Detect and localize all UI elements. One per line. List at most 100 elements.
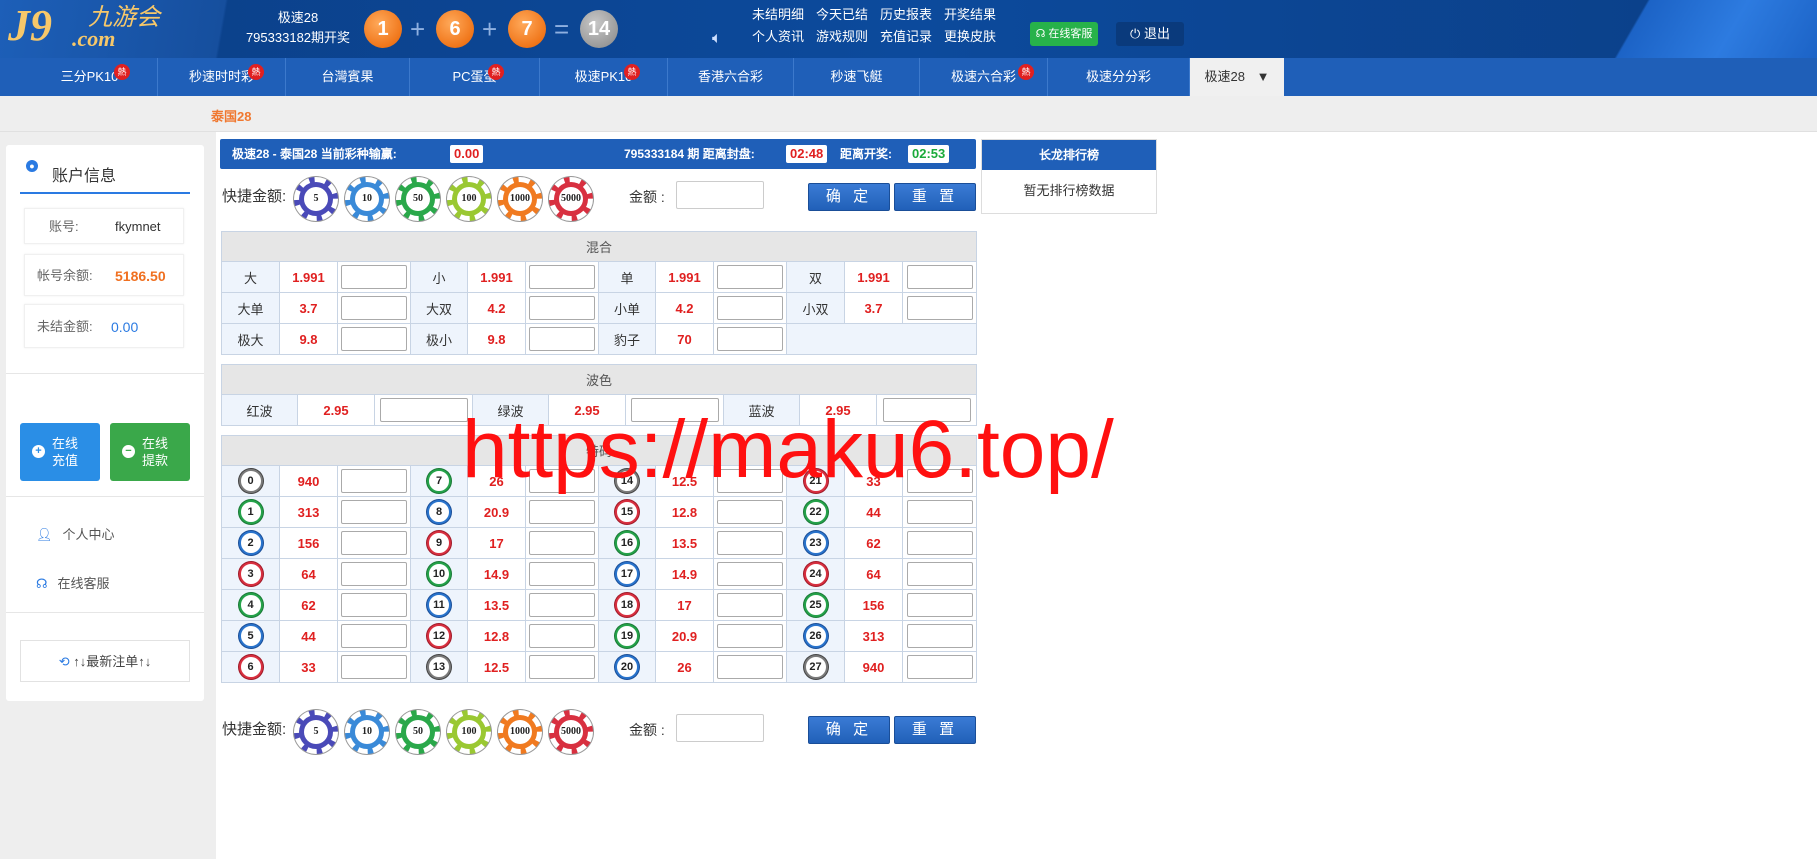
chip-100[interactable]: 100 [447, 177, 491, 221]
bet-amount-input[interactable] [906, 593, 973, 617]
chip-10[interactable]: 10 [345, 177, 389, 221]
chip-5000[interactable]: 5000 [549, 177, 593, 221]
amount-input[interactable] [676, 714, 764, 742]
bet-amount-input[interactable] [529, 562, 595, 586]
bet-amount-input[interactable] [341, 469, 407, 493]
bet-odds: 1.991 [844, 261, 903, 293]
bet-amount-input[interactable] [717, 531, 783, 555]
bet-amount-input[interactable] [882, 398, 971, 422]
link-rules[interactable]: 游戏规则 [816, 26, 880, 48]
bet-amount-input[interactable] [529, 593, 595, 617]
link-profile[interactable]: 个人资讯 [752, 26, 816, 48]
site-logo[interactable]: J9 九游会 .com [8, 4, 208, 54]
bet-amount-input[interactable] [717, 562, 783, 586]
bet-amount-input[interactable] [379, 398, 468, 422]
bet-amount-input[interactable] [717, 265, 783, 289]
recharge-button[interactable]: + 在线充值 [20, 423, 100, 481]
number-ball: 22 [803, 500, 828, 524]
number-cell: 26 [786, 620, 845, 652]
link-today-settled[interactable]: 今天已结 [816, 4, 880, 26]
link-history[interactable]: 历史报表 [880, 4, 944, 26]
special-number-table: 特码 0 940 7 26 14 12.5 21 33 1 313 8 20.9 15 12.8 22 44 2… [220, 435, 978, 683]
link-unsettled[interactable]: 未结明细 [752, 4, 816, 26]
bet-amount-input[interactable] [341, 500, 407, 524]
bet-amount-input[interactable] [906, 265, 973, 289]
nav-item-jisu-lotto[interactable]: 极速六合彩熱 [920, 58, 1048, 96]
bet-amount-input[interactable] [341, 593, 407, 617]
bet-odds: 17 [655, 589, 714, 621]
chip-50[interactable]: 50 [396, 177, 440, 221]
menu-personal-center[interactable]: 👤︎ 个人中心 [36, 524, 115, 543]
bet-amount-input[interactable] [341, 655, 407, 679]
bet-amount-input[interactable] [717, 655, 783, 679]
bet-amount-input[interactable] [717, 296, 783, 320]
chip-5[interactable]: 5 [294, 710, 338, 754]
bet-amount-input[interactable] [906, 624, 973, 648]
chip-5000[interactable]: 5000 [549, 710, 593, 754]
withdraw-button[interactable]: − 在线提款 [110, 423, 190, 481]
confirm-button[interactable]: 确 定 [808, 716, 890, 744]
bet-amount-input[interactable] [906, 655, 973, 679]
recent-bets-button[interactable]: ⟲ ↑↓最新注单↑↓ [20, 640, 190, 682]
bet-amount-input[interactable] [529, 296, 595, 320]
bet-amount-input[interactable] [529, 624, 595, 648]
nav-item-taiwan-bingo[interactable]: 台灣賓果 [286, 58, 410, 96]
bet-amount-input[interactable] [906, 531, 973, 555]
input-cell [901, 589, 978, 621]
bet-odds: 13.5 [467, 589, 526, 621]
bet-amount-input[interactable] [717, 593, 783, 617]
bet-amount-input[interactable] [717, 500, 783, 524]
bet-amount-input[interactable] [529, 531, 595, 555]
chip-1000[interactable]: 1000 [498, 177, 542, 221]
bet-amount-input[interactable] [529, 265, 595, 289]
bet-amount-input[interactable] [341, 327, 407, 351]
chip-5[interactable]: 5 [294, 177, 338, 221]
nav-item-pc-dandan[interactable]: PC蛋蛋熱 [410, 58, 540, 96]
bet-amount-input[interactable] [717, 624, 783, 648]
bet-odds: 313 [279, 496, 338, 528]
bet-amount-input[interactable] [630, 398, 719, 422]
nav-item-miaosu-ssc[interactable]: 秒速时时彩熱 [158, 58, 286, 96]
reset-button[interactable]: 重 置 [894, 183, 976, 211]
confirm-button[interactable]: 确 定 [808, 183, 890, 211]
nav-item-hk-lotto[interactable]: 香港六合彩 [668, 58, 794, 96]
amount-input[interactable] [676, 181, 764, 209]
speaker-icon[interactable]: 🔈︎ [712, 30, 722, 48]
logout-button[interactable]: ⏻ 退出 [1116, 22, 1184, 46]
bet-amount-input[interactable] [341, 296, 407, 320]
bet-amount-input[interactable] [341, 531, 407, 555]
bet-amount-input[interactable] [529, 327, 595, 351]
chip-10[interactable]: 10 [345, 710, 389, 754]
bet-name: 蓝波 [723, 394, 800, 426]
menu-online-service[interactable]: ☊ 在线客服 [36, 573, 110, 592]
sub-game-tab[interactable]: 泰国28 [211, 106, 251, 125]
divider [6, 612, 204, 613]
chip-1000[interactable]: 1000 [498, 710, 542, 754]
chip-50[interactable]: 50 [396, 710, 440, 754]
bet-amount-input[interactable] [717, 469, 783, 493]
link-recharge-records[interactable]: 充值记录 [880, 26, 944, 48]
bet-amount-input[interactable] [529, 469, 595, 493]
nav-item-jisu-fenfen[interactable]: 极速分分彩 [1048, 58, 1190, 96]
bet-amount-input[interactable] [341, 624, 407, 648]
bet-amount-input[interactable] [529, 500, 595, 524]
nav-item-jisu-pk10[interactable]: 极速PK10 熱 [540, 58, 668, 96]
bet-amount-input[interactable] [717, 327, 783, 351]
bet-amount-input[interactable] [529, 655, 595, 679]
chip-100[interactable]: 100 [447, 710, 491, 754]
bet-amount-input[interactable] [341, 265, 407, 289]
bet-amount-input[interactable] [906, 500, 973, 524]
nav-item-miaosu-feiting[interactable]: 秒速飞艇 [794, 58, 920, 96]
bet-amount-input[interactable] [906, 296, 973, 320]
bet-amount-input[interactable] [341, 562, 407, 586]
bet-odds: 940 [279, 465, 338, 497]
bet-amount-input[interactable] [906, 562, 973, 586]
nav-item-jisu-28[interactable]: 极速28 ▼ [1190, 58, 1284, 96]
reset-button[interactable]: 重 置 [894, 716, 976, 744]
number-ball: 15 [615, 500, 639, 524]
nav-item-sanfen-pk10[interactable]: 三分PK10 熱 [22, 58, 158, 96]
link-results[interactable]: 开奖结果 [944, 4, 1008, 26]
online-service-button[interactable]: ☊ 在线客服 [1030, 22, 1098, 46]
bet-amount-input[interactable] [906, 469, 973, 493]
link-change-skin[interactable]: 更换皮肤 [944, 26, 1008, 48]
